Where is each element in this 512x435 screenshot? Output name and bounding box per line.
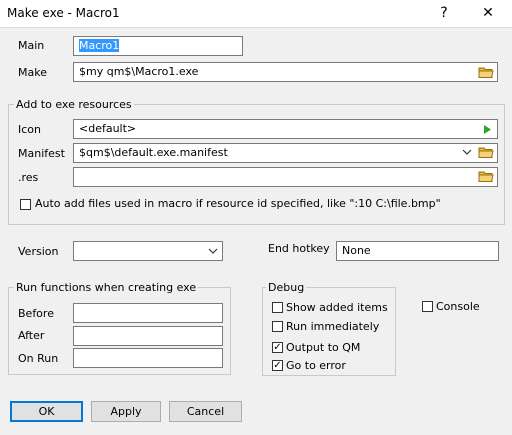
auto-add-checkbox[interactable] [20, 199, 31, 210]
manifest-value: $qm$\default.exe.manifest [79, 146, 228, 159]
show-added-items-checkbox[interactable] [272, 302, 283, 313]
folder-icon[interactable] [478, 170, 494, 183]
after-field[interactable] [73, 326, 223, 346]
res-label: .res [18, 171, 39, 184]
auto-add-label: Auto add files used in macro if resource… [35, 197, 441, 210]
window-title: Make exe - Macro1 [7, 6, 120, 20]
main-label: Main [18, 39, 45, 52]
close-button[interactable]: ✕ [470, 0, 506, 27]
go-to-error-checkbox[interactable]: ✓ [272, 360, 283, 371]
main-field[interactable]: Macro1 [73, 36, 243, 56]
help-button[interactable]: ? [426, 0, 462, 27]
manifest-label: Manifest [18, 147, 65, 160]
apply-button[interactable]: Apply [91, 401, 161, 422]
make-label: Make [18, 66, 47, 79]
run-immediately-label: Run immediately [286, 320, 380, 333]
ok-button[interactable]: OK [10, 401, 83, 422]
console-label: Console [436, 300, 480, 313]
run-functions-group-title: Run functions when creating exe [14, 281, 199, 294]
end-hotkey-field[interactable]: None [336, 241, 499, 261]
folder-icon[interactable] [478, 66, 494, 79]
icon-field[interactable]: <default> [73, 119, 498, 139]
title-bar: Make exe - Macro1 ? ✕ [0, 0, 512, 28]
folder-icon[interactable] [478, 146, 494, 159]
end-hotkey-value: None [342, 244, 371, 257]
show-added-items-label: Show added items [286, 301, 388, 314]
chevron-down-icon[interactable] [462, 148, 472, 156]
onrun-label: On Run [18, 352, 59, 365]
before-field[interactable] [73, 303, 223, 323]
resources-group-title: Add to exe resources [14, 98, 134, 111]
res-field[interactable] [73, 167, 498, 187]
run-immediately-checkbox[interactable] [272, 321, 283, 332]
icon-label: Icon [18, 123, 41, 136]
go-to-error-label: Go to error [286, 359, 346, 372]
play-icon[interactable] [482, 124, 492, 135]
onrun-field[interactable] [73, 348, 223, 368]
before-label: Before [18, 307, 54, 320]
version-combo[interactable] [73, 241, 223, 261]
make-value: $my qm$\Macro1.exe [79, 65, 199, 78]
version-label: Version [18, 245, 59, 258]
debug-group-title: Debug [266, 281, 307, 294]
main-value: Macro1 [79, 39, 120, 52]
output-to-qm-label: Output to QM [286, 341, 361, 354]
cancel-button[interactable]: Cancel [169, 401, 242, 422]
console-checkbox[interactable] [422, 301, 433, 312]
manifest-combo[interactable]: $qm$\default.exe.manifest [73, 143, 498, 163]
make-field[interactable]: $my qm$\Macro1.exe [73, 62, 498, 82]
chevron-down-icon[interactable] [208, 247, 218, 255]
after-label: After [18, 329, 45, 342]
icon-value: <default> [79, 122, 137, 135]
output-to-qm-checkbox[interactable]: ✓ [272, 342, 283, 353]
end-hotkey-label: End hotkey [268, 242, 330, 255]
